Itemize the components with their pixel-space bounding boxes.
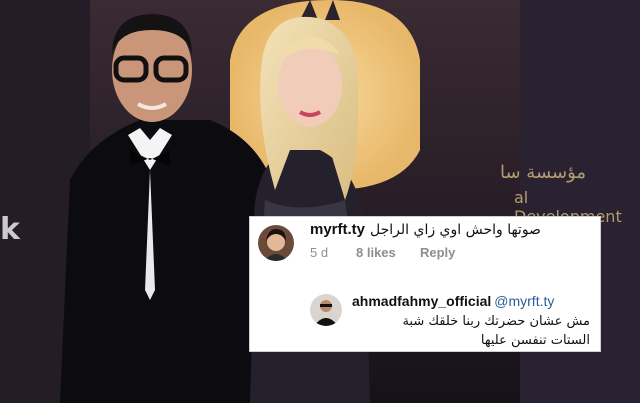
reply-text-line-2: الستات تنفسن عليها — [480, 333, 590, 348]
background-sign-left-letter: k — [0, 212, 20, 247]
reply-button[interactable]: Reply — [420, 245, 455, 260]
comment-meta: 5 d 8 likes Reply — [310, 245, 455, 260]
background-sign-arabic: مؤسسة سا — [500, 162, 587, 183]
reply-text: مش عشان حضرتك ربنا خلقك شبة الستات تنفسن… — [352, 312, 590, 350]
comment-age: 5 d — [310, 245, 329, 260]
comment-line: myrft.ty صوتها واحش اوي زاي الراجل — [310, 221, 600, 238]
commenter-avatar[interactable] — [258, 225, 294, 261]
reply-header: ahmadfahmy_official @myrft.ty — [352, 293, 554, 309]
instagram-comments-panel: myrft.ty صوتها واحش اوي زاي الراجل 5 d 8 l… — [249, 216, 601, 352]
reply-mention[interactable]: @myrft.ty — [494, 293, 554, 309]
avatar-image — [310, 294, 342, 326]
comment-likes[interactable]: 8 likes — [356, 245, 420, 260]
reply-text-line-1: مش عشان حضرتك ربنا خلقك شبة — [402, 314, 590, 329]
comment-text: صوتها واحش اوي زاي الراجل — [370, 222, 541, 238]
avatar-image — [258, 225, 294, 261]
reply-username[interactable]: ahmadfahmy_official — [352, 293, 491, 309]
commenter-username[interactable]: myrft.ty — [310, 221, 365, 238]
reply-avatar[interactable] — [310, 294, 342, 326]
